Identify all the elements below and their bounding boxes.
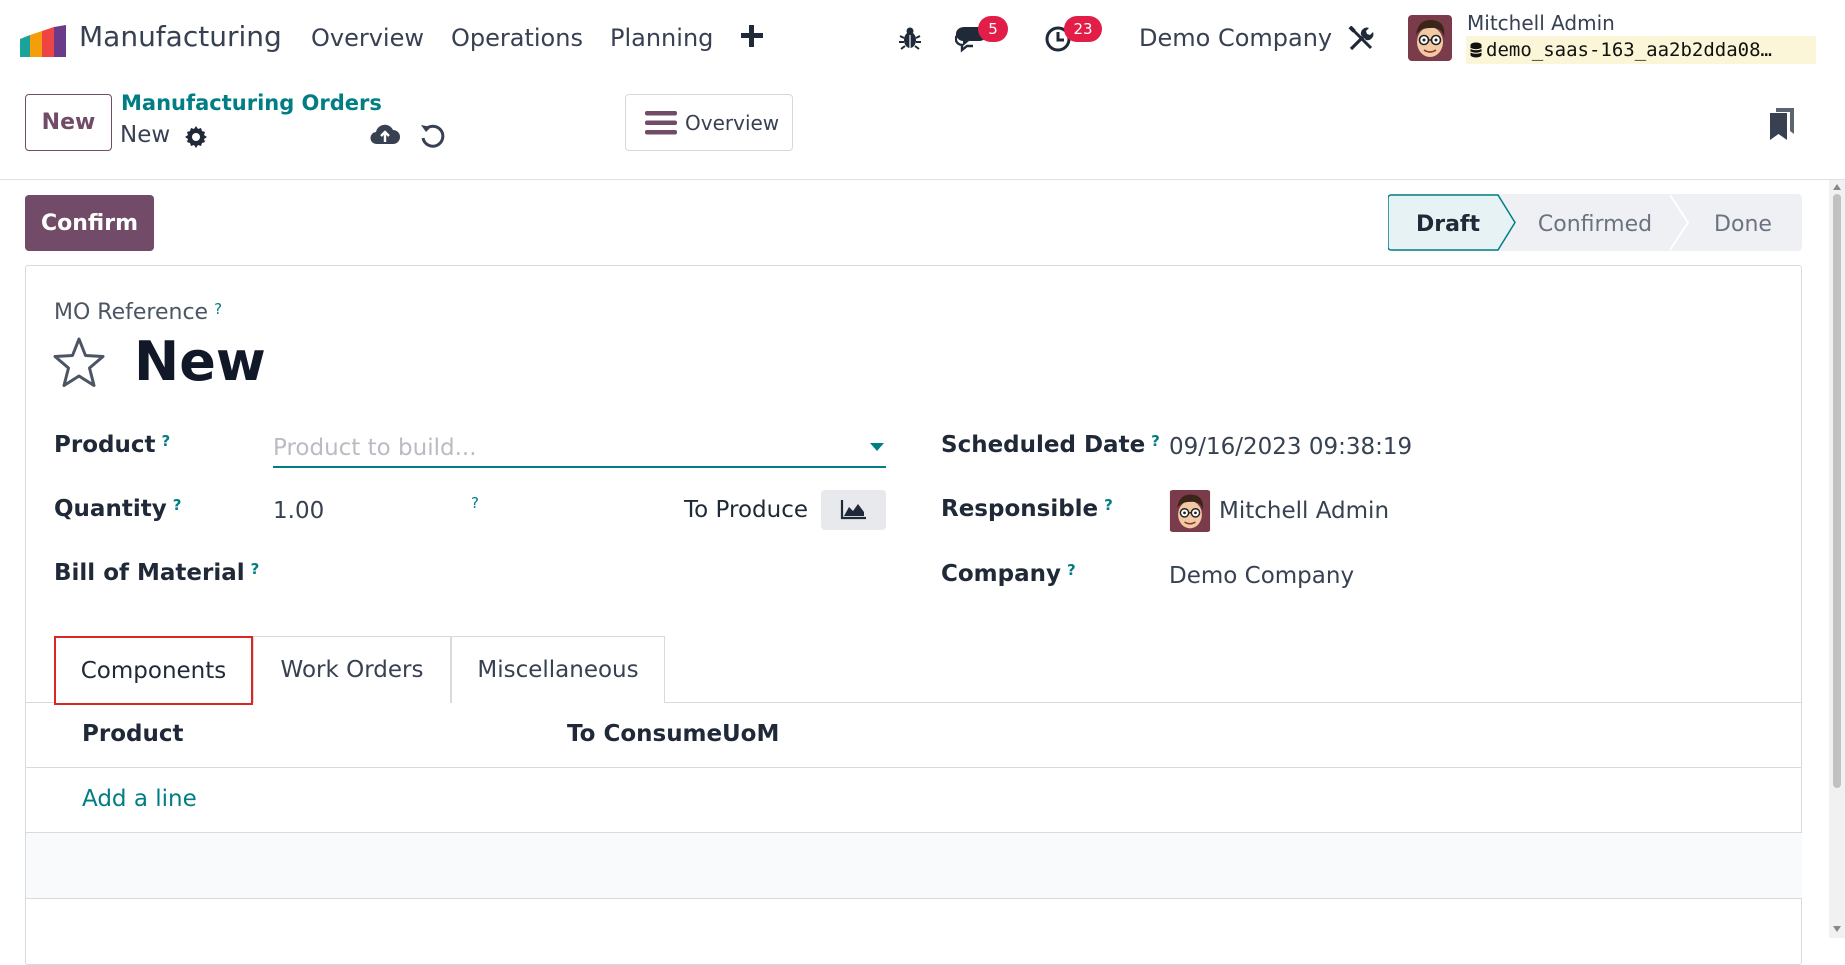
discard-undo-icon[interactable]: [419, 122, 447, 150]
tab-miscellaneous[interactable]: Miscellaneous: [451, 636, 665, 703]
tab-components[interactable]: Components: [54, 636, 253, 705]
empty-table-row: [26, 833, 1802, 899]
user-avatar[interactable]: [1408, 15, 1452, 61]
stage-draft-label: Draft: [1416, 212, 1481, 237]
top-navbar: Manufacturing Overview Operations Planni…: [0, 0, 1845, 78]
menu-planning[interactable]: Planning: [610, 24, 713, 52]
breadcrumb-current: New: [120, 122, 171, 148]
bill-of-material-label: Bill of Material?: [54, 560, 260, 586]
stage-draft[interactable]: Draft: [1388, 194, 1516, 251]
quantity-label: Quantity?: [54, 496, 182, 522]
cloud-upload-save-icon[interactable]: [370, 122, 400, 148]
debug-bug-icon[interactable]: [898, 26, 922, 50]
product-label: Product?: [54, 432, 171, 458]
database-label: demo_saas-163_aa2b2dda08…: [1486, 39, 1772, 61]
scroll-down-arrow-icon[interactable]: [1833, 926, 1841, 932]
product-dropdown-caret-icon[interactable]: [870, 443, 884, 451]
confirm-button[interactable]: Confirm: [25, 195, 154, 251]
star-priority-icon[interactable]: [52, 336, 106, 388]
user-name[interactable]: Mitchell Admin: [1467, 11, 1615, 35]
responsible-avatar: [1169, 490, 1211, 532]
hamburger-menu-icon: [645, 111, 677, 135]
company-switcher[interactable]: Demo Company: [1139, 24, 1332, 52]
menu-operations[interactable]: Operations: [451, 24, 583, 52]
bookmark-icon[interactable]: [1770, 108, 1794, 140]
stage-done-label: Done: [1714, 212, 1772, 237]
app-name[interactable]: Manufacturing: [79, 20, 282, 53]
stage-done[interactable]: Done: [1714, 212, 1772, 237]
new-button[interactable]: New: [25, 94, 112, 151]
gear-icon[interactable]: [184, 125, 208, 149]
column-to-consume[interactable]: To Consume: [567, 721, 722, 747]
settings-tools-icon[interactable]: [1348, 26, 1374, 52]
uom-help-mark: ?: [471, 494, 479, 512]
control-panel: New Manufacturing Orders New Overview: [0, 78, 1845, 180]
column-uom[interactable]: UoM: [722, 721, 779, 747]
company-label: Company?: [941, 561, 1076, 587]
scheduled-date-input[interactable]: 09/16/2023 09:38:19: [1169, 434, 1412, 460]
components-table-header: Product To Consume UoM: [26, 703, 1802, 768]
manufacturing-app-logo-icon[interactable]: [20, 25, 66, 57]
scroll-up-arrow-icon[interactable]: [1833, 184, 1841, 190]
status-bar: Draft Confirmed Done: [1388, 194, 1802, 251]
stage-confirmed-label: Confirmed: [1538, 212, 1652, 237]
breadcrumb-manufacturing-orders[interactable]: Manufacturing Orders: [121, 91, 382, 115]
quantity-input[interactable]: 1.00: [273, 498, 324, 524]
add-line-row: Add a line: [26, 768, 1802, 833]
mo-reference-label: MO Reference?: [54, 300, 223, 325]
to-produce-label: To Produce: [684, 497, 808, 523]
database-name: demo_saas-163_aa2b2dda08…: [1466, 36, 1816, 64]
company-input[interactable]: Demo Company: [1169, 563, 1354, 589]
scrollbar-thumb[interactable]: [1833, 194, 1841, 788]
column-product[interactable]: Product: [82, 721, 183, 747]
responsible-input[interactable]: Mitchell Admin: [1219, 498, 1389, 524]
overview-button[interactable]: Overview: [625, 94, 793, 151]
tab-work-orders[interactable]: Work Orders: [253, 636, 451, 703]
activities-badge: 23: [1064, 16, 1102, 42]
responsible-label: Responsible?: [941, 496, 1113, 522]
menu-overview[interactable]: Overview: [311, 24, 424, 52]
database-icon: [1470, 42, 1482, 58]
area-chart-icon: [840, 499, 866, 519]
page-scrollbar[interactable]: [1829, 180, 1845, 938]
messages-badge: 5: [978, 16, 1008, 42]
plus-icon[interactable]: [738, 22, 766, 50]
scheduled-date-label: Scheduled Date?: [941, 432, 1160, 458]
product-input[interactable]: [273, 430, 886, 468]
record-title[interactable]: New: [134, 330, 266, 393]
add-a-line-link[interactable]: Add a line: [82, 786, 197, 812]
forecast-report-button[interactable]: [821, 490, 886, 530]
overview-button-label: Overview: [685, 111, 780, 135]
